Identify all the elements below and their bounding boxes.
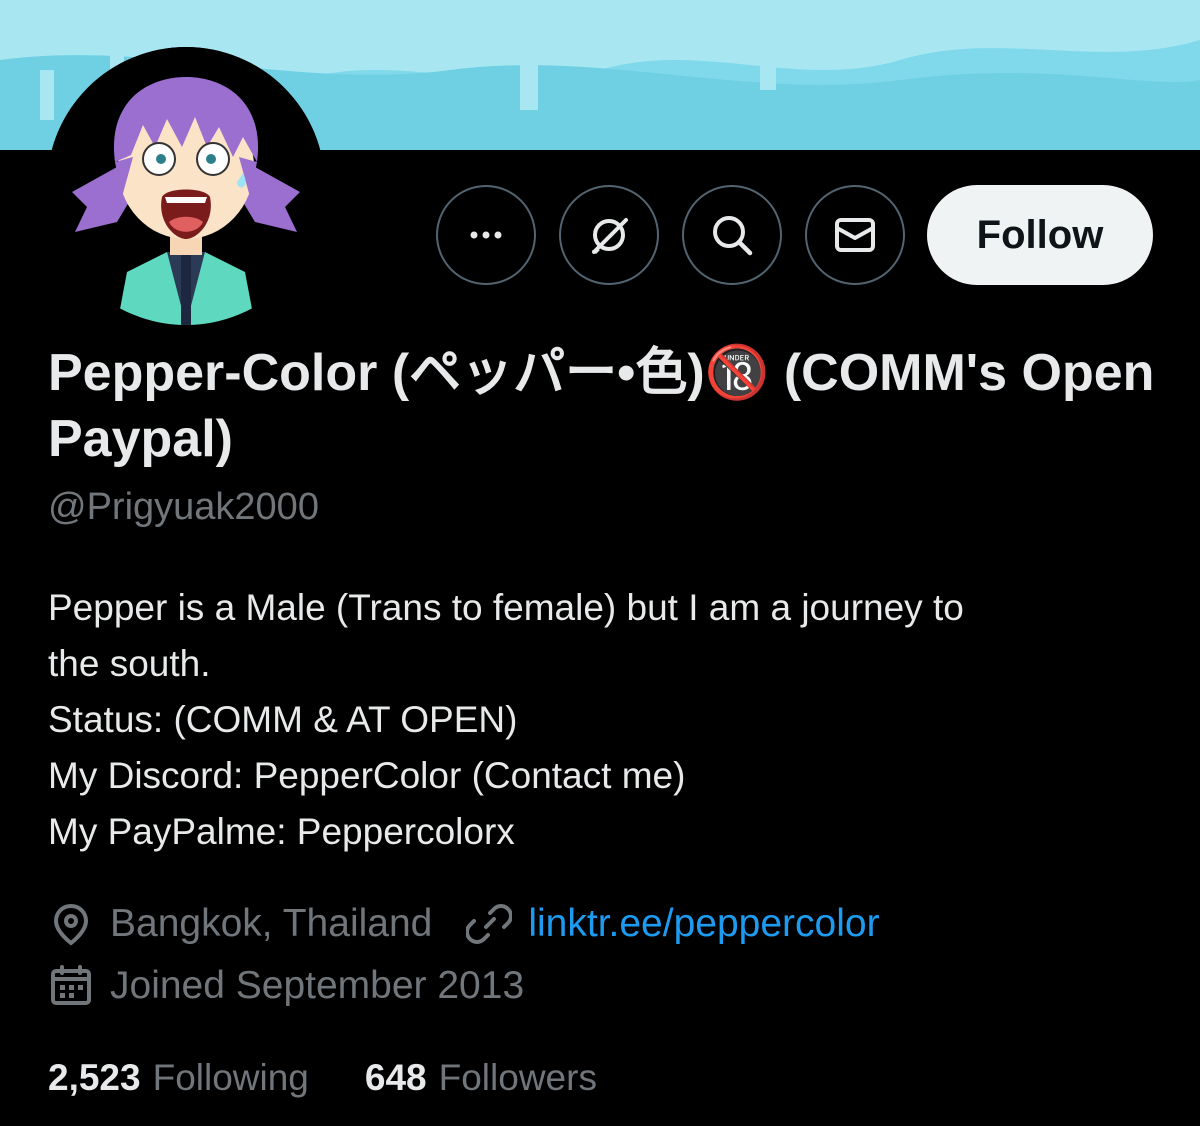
followers-link[interactable]: 648 Followers bbox=[365, 1054, 597, 1102]
location-text: Bangkok, Thailand bbox=[110, 902, 433, 945]
website-link[interactable]: linktr.ee/peppercolor bbox=[528, 900, 879, 948]
profile-meta-row: Joined September 2013 bbox=[48, 962, 524, 1010]
location: Bangkok, Thailand bbox=[48, 900, 432, 948]
website[interactable]: linktr.ee/peppercolor bbox=[466, 900, 880, 948]
profile-meta-row: Bangkok, Thailand linktr.ee/peppercolor bbox=[48, 900, 880, 948]
bio-line: Status: (COMM & AT OPEN) bbox=[48, 699, 518, 740]
bio-line: My Discord: PepperColor (Contact me) bbox=[48, 755, 686, 796]
more-icon bbox=[470, 231, 502, 239]
display-name: Pepper-Color (ペッパー•色)🔞 (COMM's Open Payp… bbox=[48, 344, 1155, 468]
search-icon bbox=[713, 216, 753, 256]
link-icon bbox=[466, 904, 513, 944]
handle: @Prigyuak2000 bbox=[48, 486, 319, 528]
bio-line: the south. bbox=[48, 643, 211, 684]
bio-line: Pepper is a Male (Trans to female) but I… bbox=[48, 587, 964, 628]
search-button[interactable] bbox=[682, 185, 782, 285]
bio-line: My PayPalme: Peppercolorx bbox=[48, 811, 515, 852]
message-icon bbox=[835, 218, 875, 252]
bio: Pepper is a Male (Trans to female) but I… bbox=[48, 580, 1158, 860]
joined-date: Joined September 2013 bbox=[48, 962, 524, 1010]
profile-actions: Follow bbox=[0, 185, 1200, 285]
followers-count: 648 bbox=[364, 1057, 427, 1098]
joined-text: Joined September 2013 bbox=[110, 964, 525, 1007]
message-button[interactable] bbox=[805, 185, 905, 285]
follow-button[interactable]: Follow bbox=[927, 185, 1153, 285]
more-button[interactable] bbox=[436, 185, 536, 285]
following-label: Following bbox=[152, 1057, 309, 1098]
grok-icon bbox=[592, 218, 628, 254]
grok-button[interactable] bbox=[559, 185, 659, 285]
followers-label: Followers bbox=[438, 1057, 597, 1098]
calendar-icon bbox=[51, 965, 91, 1005]
follow-stats: 2,523 Following 648 Followers bbox=[48, 1054, 653, 1102]
location-pin-icon bbox=[53, 903, 89, 946]
following-count: 2,523 bbox=[48, 1057, 141, 1098]
following-link[interactable]: 2,523 Following bbox=[48, 1054, 309, 1102]
